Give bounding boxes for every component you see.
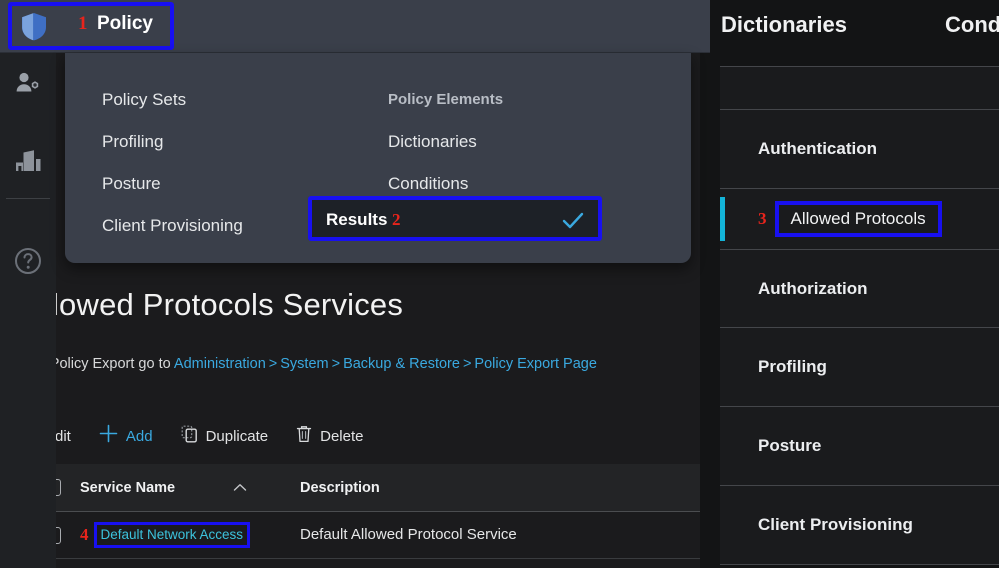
dropdown-right-column: Policy Elements Dictionaries Conditions [388,79,503,205]
column-header-service-name[interactable]: Service Name [80,480,300,496]
action-toolbar: Edit Add Duplicate Delete [20,418,363,454]
trash-icon [296,425,312,448]
breadcrumb-link-system[interactable]: System [280,356,328,372]
main-content: Allowed Protocols Services For Policy Ex… [0,263,700,568]
section-item-allowed-protocols[interactable]: 3 Allowed Protocols [720,189,999,249]
right-panel-tabs: Dictionaries Conditions [700,0,999,66]
right-panel-section-list: Authentication 3 Allowed Protocols Autho… [720,66,999,565]
breadcrumb: For Policy Export go to Administration > S… [24,356,597,372]
section-posture-label: Posture [758,436,822,455]
breadcrumb-separator-1: > [268,356,278,372]
add-button[interactable]: Add [99,424,153,448]
tab-dictionaries[interactable]: Dictionaries [721,12,847,38]
table-header-row: Service Name Description [24,464,700,512]
table-row[interactable]: 4 Default Network Access Default Allowed… [24,512,700,559]
row-service-name-link[interactable]: Default Network Access [101,527,244,542]
menu-item-client-provisioning[interactable]: Client Provisioning [102,205,243,247]
duplicate-button-label: Duplicate [205,427,269,445]
row-service-name-cell: 4 Default Network Access [80,522,300,548]
section-authentication-label: Authentication [758,139,877,158]
column-header-service-name-label: Service Name [80,479,176,496]
breadcrumb-link-backup-restore[interactable]: Backup & Restore [343,356,460,372]
page-title: Allowed Protocols Services [24,287,404,322]
left-icon-rail [0,0,56,568]
delete-button[interactable]: Delete [296,425,363,448]
rail-item-help[interactable] [0,235,56,291]
annotation-number-1: 1 [78,13,88,34]
section-authentication[interactable]: Authentication [720,110,999,189]
section-item-allowed-protocols-label: Allowed Protocols [790,209,926,228]
section-client-provisioning[interactable]: Client Provisioning [720,486,999,565]
column-header-description-label: Description [300,479,380,496]
annotation-number-4: 4 [80,525,89,544]
row-description-text: Default Allowed Protocol Service [300,526,517,543]
rail-divider [6,198,50,199]
section-posture[interactable]: Posture [720,407,999,486]
annotation-box-allowed-protocols: Allowed Protocols [774,201,942,237]
caret-up-icon[interactable] [233,481,247,495]
shield-icon [20,12,48,41]
check-icon [562,212,584,235]
active-indicator-bar [720,197,725,241]
menu-heading-policy-elements: Policy Elements [388,91,504,108]
section-client-provisioning-label: Client Provisioning [758,515,913,534]
person-gear-icon [13,69,43,104]
breadcrumb-link-administration[interactable]: Administration [174,356,266,372]
help-circle-icon [13,246,43,281]
menu-item-results-label: Results [326,210,388,229]
services-table: Service Name Description 4 Default Netwo… [24,464,700,559]
breadcrumb-separator-3: > [462,356,472,372]
row-description-cell: Default Allowed Protocol Service [300,526,700,544]
add-button-label: Add [125,427,153,445]
breadcrumb-separator-2: > [331,356,341,372]
menu-item-profiling[interactable]: Profiling [102,121,243,163]
annotation-number-2: 2 [392,210,401,229]
section-authorization[interactable]: Authorization [720,249,999,328]
bar-chart-icon [13,147,43,182]
breadcrumb-link-policy-export-page[interactable]: Policy Export Page [474,356,597,372]
section-profiling-label: Profiling [758,357,827,376]
annotation-box-service-name: Default Network Access [93,522,251,548]
rail-item-operations[interactable] [0,136,56,192]
annotation-number-3: 3 [758,209,767,228]
right-panel: Dictionaries Conditions Authentication 3… [700,0,999,568]
section-profiling[interactable]: Profiling [720,328,999,407]
menu-item-results[interactable]: Results 2 [308,196,602,241]
menu-item-policy-sets[interactable]: Policy Sets [102,79,243,121]
duplicate-button[interactable]: Duplicate [181,425,269,448]
dropdown-left-column: Policy Sets Profiling Posture Client Pro… [102,79,243,247]
menu-item-posture[interactable]: Posture [102,163,243,205]
column-header-description[interactable]: Description [300,479,700,497]
copy-icon [181,425,198,448]
ise-policy-screen: 1 Policy Policy Sets Profiling Posture C… [0,0,999,568]
rail-item-administration[interactable] [0,58,56,114]
tab-conditions[interactable]: Conditions [945,12,999,38]
menu-item-dictionaries[interactable]: Dictionaries [388,121,503,163]
policy-tab-label: Policy [97,13,153,34]
delete-button-label: Delete [320,427,364,445]
right-panel-blank-row [720,66,999,110]
section-authorization-label: Authorization [758,278,868,298]
plus-icon [99,424,118,448]
